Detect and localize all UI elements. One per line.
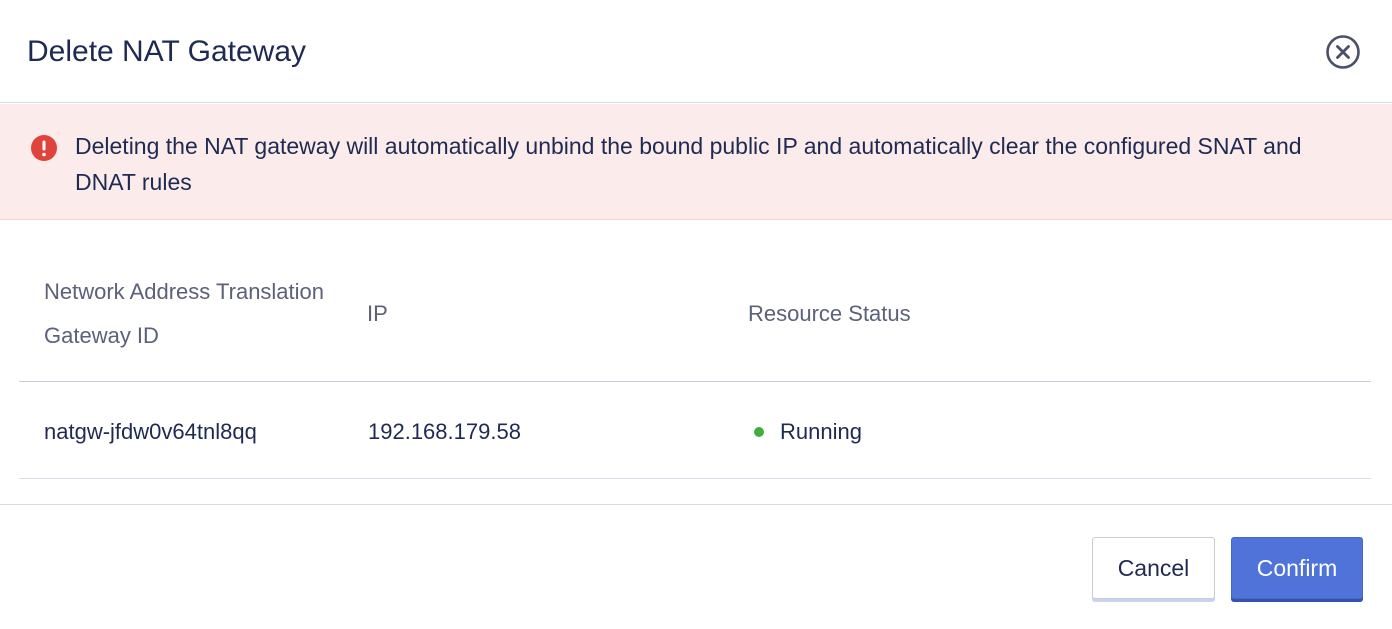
delete-nat-gateway-dialog: Delete NAT Gateway Deleting the NAT gate…: [0, 0, 1392, 629]
alert-message: Deleting the NAT gateway will automatica…: [75, 133, 1302, 195]
exclamation-circle-icon: [31, 135, 57, 161]
footer-divider: [0, 504, 1392, 505]
column-header-gateway-id: Network Address Translation Gateway ID: [44, 279, 325, 348]
table-row: natgw-jfdw0v64tnl8qq 192.168.179.58 Runn…: [19, 382, 1371, 479]
status-dot-icon: [754, 427, 764, 437]
close-icon[interactable]: [1325, 34, 1361, 70]
confirm-button[interactable]: Confirm: [1231, 537, 1363, 599]
status-cell: Running: [754, 414, 862, 450]
column-header-ip: IP: [367, 301, 388, 326]
dialog-title: Delete NAT Gateway: [27, 35, 307, 68]
table-header: Network Address Translation Gateway ID I…: [19, 262, 1371, 382]
dialog-header: Delete NAT Gateway: [0, 0, 1392, 103]
ip-cell: 192.168.179.58: [368, 419, 521, 444]
cancel-button[interactable]: Cancel: [1092, 537, 1215, 599]
gateway-id-cell: natgw-jfdw0v64tnl8qq: [44, 419, 257, 444]
column-header-resource-status: Resource Status: [748, 301, 911, 326]
status-label: Running: [780, 419, 862, 444]
nat-gateway-table: Network Address Translation Gateway ID I…: [19, 262, 1371, 479]
